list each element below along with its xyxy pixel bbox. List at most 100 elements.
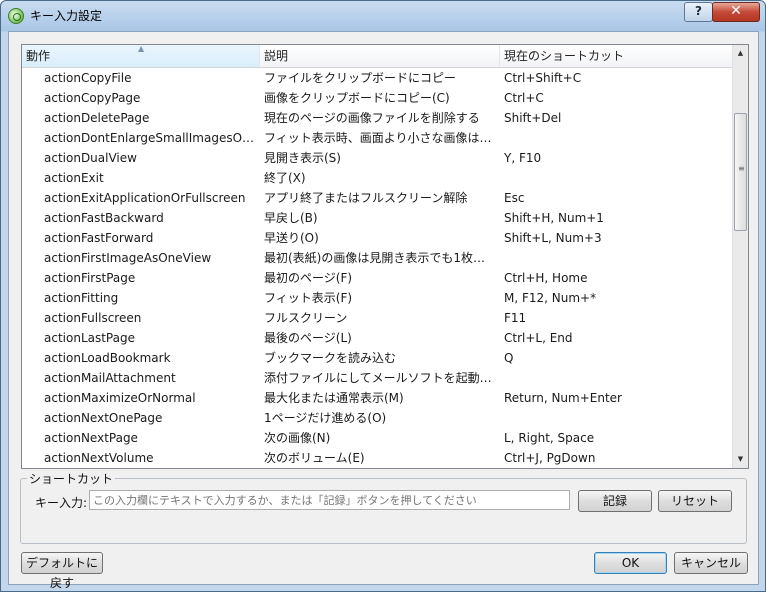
action-cell: actionMailAttachment	[44, 371, 176, 385]
scroll-down-arrow-icon[interactable]: ▼	[733, 451, 748, 468]
shortcut-cell: Y, F10	[504, 151, 542, 165]
key-input-label: キー入力:	[35, 496, 88, 510]
description-cell: 次のボリューム(E)	[264, 451, 365, 465]
shortcut-cell: Esc	[504, 191, 525, 205]
dialog-body: 動作 ▲ 説明 現在のショートカット actionCopyFile ファイルをクリ…	[8, 31, 759, 590]
shortcut-cell: Return, Num+Enter	[504, 391, 622, 405]
shortcut-cell: Q	[504, 351, 514, 365]
action-cell: actionDontEnlargeSmallImagesOn…	[44, 131, 258, 145]
shortcut-table[interactable]: 動作 ▲ 説明 現在のショートカット actionCopyFile ファイルをクリ…	[21, 44, 749, 469]
table-row[interactable]: actionExit 終了(X)	[22, 168, 732, 188]
column-header-action[interactable]: 動作 ▲	[22, 45, 260, 67]
table-row[interactable]: actionNextOnePage 1ページだけ進める(O)	[22, 408, 732, 428]
table-row[interactable]: actionCopyFile ファイルをクリップボードにコピー Ctrl+Shift…	[22, 68, 732, 88]
description-cell: 最初のページ(F)	[264, 271, 353, 285]
description-cell: 現在のページの画像ファイルを削除する	[264, 111, 480, 125]
shortcut-cell: Ctrl+J, PgDown	[504, 451, 596, 465]
table-row[interactable]: actionDontEnlargeSmallImagesOn… フィット表示時、画…	[22, 128, 732, 148]
action-cell: actionFullscreen	[44, 311, 142, 325]
key-settings-dialog: キー入力設定 ? ✕ 動作 ▲ 説明 現在のショートカット actionCopy…	[0, 0, 766, 592]
shortcut-cell: Ctrl+H, Home	[504, 271, 588, 285]
description-cell: 見開き表示(S)	[264, 151, 341, 165]
description-cell: フィット表示時、画面より小さな画像は…	[264, 131, 492, 145]
description-cell: 最初(表紙)の画像は見開き表示でも1枚だ…	[264, 251, 496, 265]
description-cell: 終了(X)	[264, 171, 306, 185]
shortcut-cell	[504, 168, 726, 188]
scrollbar-thumb[interactable]: ≡	[734, 113, 747, 231]
table-row[interactable]: actionCopyPage 画像をクリップボードにコピー(C) Ctrl+C	[22, 88, 732, 108]
shortcut-cell: Shift+Del	[504, 111, 562, 125]
table-row[interactable]: actionMailAttachment 添付ファイルにしてメールソフトを起動…	[22, 368, 732, 388]
groupbox-legend: ショートカット	[27, 470, 116, 487]
shortcut-cell: Ctrl+L, End	[504, 331, 573, 345]
column-header-description[interactable]: 説明	[260, 45, 500, 67]
record-button[interactable]: 記録	[578, 490, 652, 512]
table-row[interactable]: actionFastForward 早送り(O) Shift+L, Num+3	[22, 228, 732, 248]
description-cell: 次の画像(N)	[264, 431, 331, 445]
action-cell: actionDeletePage	[44, 111, 150, 125]
table-row[interactable]: actionFastBackward 早戻し(B) Shift+H, Num+1	[22, 208, 732, 228]
scroll-up-arrow-icon[interactable]: ▲	[733, 45, 748, 62]
action-cell: actionExitApplicationOrFullscreen	[44, 191, 246, 205]
action-cell: actionLastPage	[44, 331, 135, 345]
shortcut-cell: Shift+L, Num+3	[504, 231, 602, 245]
shortcut-cell: Ctrl+C	[504, 91, 544, 105]
column-header-label: 動作	[26, 49, 51, 63]
action-cell: actionFirstImageAsOneView	[44, 251, 212, 265]
description-cell: ブックマークを読み込む	[264, 351, 397, 365]
table-row[interactable]: actionNextVolume 次のボリューム(E) Ctrl+J, PgDown	[22, 448, 732, 468]
table-row[interactable]: actionNextPage 次の画像(N) L, Right, Space	[22, 428, 732, 448]
shortcut-cell	[504, 248, 726, 268]
reset-button[interactable]: リセット	[658, 490, 732, 512]
description-cell: アプリ終了またはフルスクリーン解除	[264, 191, 468, 205]
cancel-button[interactable]: キャンセル	[674, 552, 748, 574]
shortcut-cell: F11	[504, 311, 527, 325]
table-row[interactable]: actionMaximizeOrNormal 最大化または通常表示(M) Retur…	[22, 388, 732, 408]
shortcut-cell: Ctrl+Shift+C	[504, 71, 582, 85]
table-row[interactable]: actionFullscreen フルスクリーン F11	[22, 308, 732, 328]
shortcut-cell	[504, 408, 726, 428]
action-cell: actionNextPage	[44, 431, 138, 445]
ok-button[interactable]: OK	[594, 552, 667, 574]
title-bar[interactable]: キー入力設定 ? ✕	[1, 1, 765, 31]
table-row[interactable]: actionLoadBookmark ブックマークを読み込む Q	[22, 348, 732, 368]
description-cell: 最後のページ(L)	[264, 331, 352, 345]
action-cell: actionExit	[44, 171, 104, 185]
table-row[interactable]: actionFitting フィット表示(F) M, F12, Num+*	[22, 288, 732, 308]
action-cell: actionNextOnePage	[44, 411, 163, 425]
description-cell: 添付ファイルにしてメールソフトを起動…	[264, 371, 492, 385]
description-cell: ファイルをクリップボードにコピー	[264, 71, 457, 85]
table-row[interactable]: actionFirstPage 最初のページ(F) Ctrl+H, Home	[22, 268, 732, 288]
table-row[interactable]: actionExitApplicationOrFullscreen アプリ終了また…	[22, 188, 732, 208]
shortcut-cell	[504, 368, 726, 388]
description-cell: 1ページだけ進める(O)	[264, 411, 387, 425]
column-header-shortcut[interactable]: 現在のショートカット	[500, 45, 732, 67]
description-cell: フルスクリーン	[264, 311, 348, 325]
shortcut-cell: M, F12, Num+*	[504, 291, 597, 305]
table-row[interactable]: actionDualView 見開き表示(S) Y, F10	[22, 148, 732, 168]
help-button[interactable]: ?	[684, 2, 713, 22]
vertical-scrollbar[interactable]: ▲ ≡ ▼	[732, 45, 748, 468]
app-icon	[8, 8, 24, 24]
action-cell: actionCopyFile	[44, 71, 132, 85]
table-header: 動作 ▲ 説明 現在のショートカット	[22, 45, 732, 68]
key-input-field[interactable]	[89, 490, 570, 510]
action-cell: actionFirstPage	[44, 271, 136, 285]
table-row[interactable]: actionLastPage 最後のページ(L) Ctrl+L, End	[22, 328, 732, 348]
table-row[interactable]: actionFirstImageAsOneView 最初(表紙)の画像は見開き表示…	[22, 248, 732, 268]
action-cell: actionDualView	[44, 151, 137, 165]
shortcut-cell: L, Right, Space	[504, 431, 595, 445]
table-row[interactable]: actionDeletePage 現在のページの画像ファイルを削除する Shift+…	[22, 108, 732, 128]
restore-defaults-button[interactable]: デフォルトに戻す	[21, 552, 103, 590]
description-cell: フィット表示(F)	[264, 291, 353, 305]
action-cell: actionFitting	[44, 291, 119, 305]
close-button[interactable]: ✕	[712, 2, 760, 22]
shortcut-cell	[504, 128, 726, 148]
action-cell: actionCopyPage	[44, 91, 141, 105]
table-body: actionCopyFile ファイルをクリップボードにコピー Ctrl+Shift…	[22, 68, 732, 468]
description-cell: 早送り(O)	[264, 231, 319, 245]
description-cell: 早戻し(B)	[264, 211, 318, 225]
window-title: キー入力設定	[30, 9, 103, 23]
shortcut-groupbox: ショートカット キー入力: 記録 リセット	[20, 470, 747, 544]
sort-ascending-icon: ▲	[138, 44, 145, 53]
